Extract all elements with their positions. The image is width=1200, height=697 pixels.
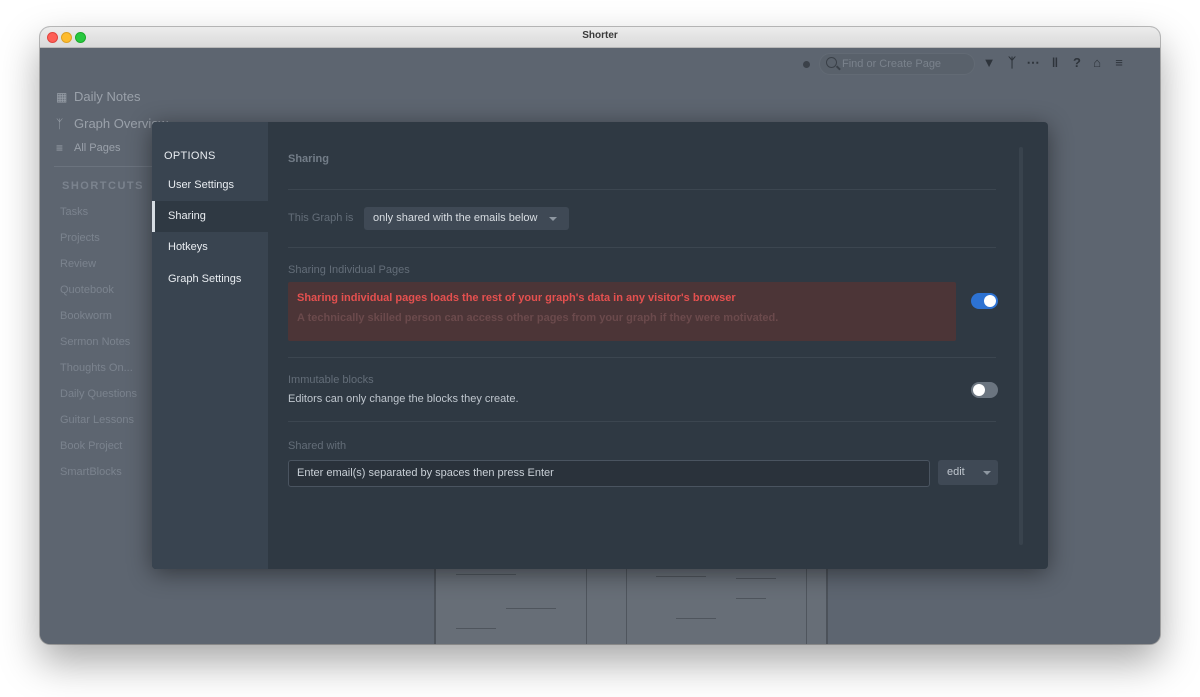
shortcut-item[interactable]: Bookworm [60,310,112,322]
shortcut-item[interactable]: Review [60,258,96,270]
immutable-blocks-description: Editors can only change the blocks they … [288,393,519,405]
divider [288,421,996,422]
graph-is-label: This Graph is [288,212,354,224]
sidebar-item-label: All Pages [74,142,121,154]
permission-select[interactable]: edit [938,460,998,485]
warning-subtitle: A technically skilled person can access … [297,312,779,324]
divider [288,247,996,248]
search-input[interactable]: Find or Create Page [819,53,975,75]
settings-modal: OPTIONS User Settings Sharing Hotkeys Gr… [152,122,1048,569]
sharing-pages-toggle[interactable] [971,293,998,309]
shortcut-item[interactable]: Quotebook [60,284,114,296]
more-icon[interactable]: ⋯ [1025,55,1041,71]
sync-status-icon [803,61,810,68]
immutable-blocks-label: Immutable blocks [288,374,374,386]
sidebar-toggle-icon[interactable]: ≡ [1111,55,1127,71]
shortcut-item[interactable]: Tasks [60,206,88,218]
caret-down-icon [983,471,991,475]
calendar-icon: ▦ [56,89,68,104]
shortcut-item[interactable]: Daily Questions [60,388,137,400]
graph-image [434,568,828,644]
sidebar-item-daily-notes[interactable]: ▦ Daily Notes [56,89,140,104]
graph-icon[interactable]: ᛉ [1004,55,1020,71]
search-placeholder: Find or Create Page [842,58,942,70]
shortcut-item[interactable]: Projects [60,232,100,244]
roam-depot-icon[interactable]: ⌂ [1089,55,1105,71]
permission-value: edit [947,466,965,478]
shortcut-item[interactable]: Book Project [60,440,122,452]
help-icon[interactable]: ? [1069,55,1085,71]
email-input[interactable]: Enter email(s) separated by spaces then … [288,460,930,487]
shortcut-item[interactable]: Thoughts On... [60,362,133,374]
tab-user-settings[interactable]: User Settings [152,170,268,201]
settings-sidebar-header: OPTIONS [164,150,216,162]
sharing-pages-label: Sharing Individual Pages [288,264,410,276]
app-window: Shorter ▦ Daily Notes ᛉ Graph Overview ≡… [40,27,1160,644]
shared-with-label: Shared with [288,440,347,452]
email-input-placeholder: Enter email(s) separated by spaces then … [297,467,554,479]
settings-sidebar: OPTIONS User Settings Sharing Hotkeys Gr… [152,122,268,569]
graph-icon: ᛉ [56,116,64,131]
title-bar: Shorter [40,27,1160,48]
filter-icon[interactable]: ▼ [981,55,997,71]
divider [288,189,996,190]
list-icon: ≡ [56,141,64,155]
app-background: ▦ Daily Notes ᛉ Graph Overview ≡ All Pag… [40,48,1160,644]
immutable-blocks-toggle[interactable] [971,382,998,398]
sidebar-item-all-pages[interactable]: ≡ All Pages [56,142,120,154]
tab-sharing[interactable]: Sharing [152,201,268,232]
toggle-knob [984,295,996,307]
shortcut-item[interactable]: SmartBlocks [60,466,122,478]
settings-content: Sharing This Graph is only shared with t… [268,122,1048,569]
sidebar-item-label: Daily Notes [74,89,141,104]
caret-down-icon [549,217,557,221]
tab-hotkeys[interactable]: Hotkeys [152,232,268,263]
window-title: Shorter [582,30,618,41]
tab-graph-settings[interactable]: Graph Settings [152,264,268,295]
shortcuts-title: SHORTCUTS [62,180,144,192]
graph-visibility-select[interactable]: only shared with the emails below [364,207,569,230]
toggle-knob [973,384,985,396]
graph-visibility-value: only shared with the emails below [373,212,538,224]
sharing-warning: Sharing individual pages loads the rest … [288,282,956,341]
section-title: Sharing [288,153,329,165]
divider [288,357,996,358]
shortcut-item[interactable]: Guitar Lessons [60,414,134,426]
warning-title: Sharing individual pages loads the rest … [297,292,736,304]
search-icon [826,57,837,68]
scrollbar[interactable] [1019,147,1023,545]
columns-icon[interactable]: ‖ [1047,55,1063,71]
sidebar-divider [54,166,154,167]
shortcut-item[interactable]: Sermon Notes [60,336,130,348]
